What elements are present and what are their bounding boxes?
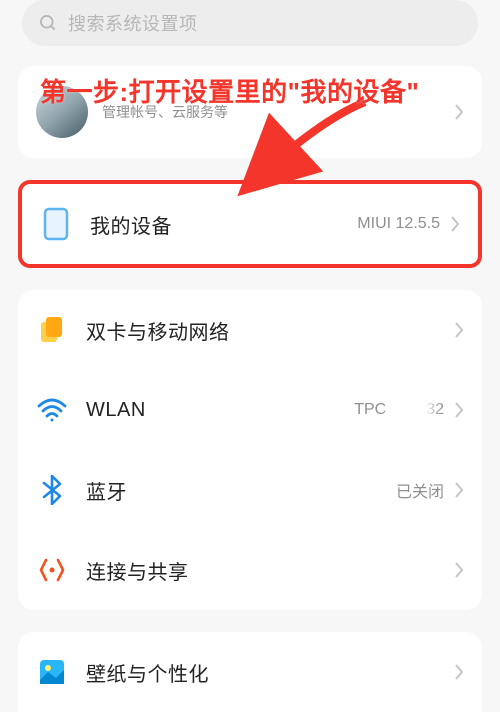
chevron-right-icon (454, 321, 464, 339)
chevron-right-icon (454, 481, 464, 499)
search-icon (38, 13, 58, 33)
search-bar[interactable]: 搜索系统设置项 (22, 0, 478, 46)
sim-icon (32, 310, 72, 350)
device-row[interactable]: 我的设备 MIUI 12.5.5 (22, 184, 478, 264)
network-section: 双卡与移动网络 WLAN TPC 32 蓝牙 已关闭 连接与 (18, 290, 482, 610)
chevron-right-icon (450, 215, 460, 233)
search-placeholder: 搜索系统设置项 (68, 10, 198, 36)
annotation-text: 第一步:打开设置里的"我的设备" (40, 72, 460, 109)
chevron-right-icon (454, 561, 464, 579)
chevron-right-icon (454, 401, 464, 419)
device-value: MIUI 12.5.5 (357, 215, 440, 233)
sim-row[interactable]: 双卡与移动网络 (18, 290, 482, 370)
wlan-value: TPC 32 (354, 401, 444, 419)
sim-title: 双卡与移动网络 (86, 316, 454, 345)
personalize-section: 壁纸与个性化 (18, 632, 482, 712)
wlan-row[interactable]: WLAN TPC 32 (18, 370, 482, 450)
share-row[interactable]: 连接与共享 (18, 530, 482, 610)
device-section: 我的设备 MIUI 12.5.5 (18, 180, 482, 268)
personalize-row[interactable]: 壁纸与个性化 (18, 632, 482, 712)
bluetooth-icon (32, 470, 72, 510)
wifi-icon (32, 390, 72, 430)
bluetooth-title: 蓝牙 (86, 476, 396, 505)
wallpaper-icon (32, 652, 72, 692)
wlan-title: WLAN (86, 399, 354, 422)
share-icon (32, 550, 72, 590)
bluetooth-row[interactable]: 蓝牙 已关闭 (18, 450, 482, 530)
device-icon (36, 204, 76, 244)
bluetooth-value: 已关闭 (396, 478, 444, 502)
share-title: 连接与共享 (86, 556, 454, 585)
device-title: 我的设备 (90, 210, 357, 239)
personalize-title: 壁纸与个性化 (86, 658, 454, 687)
